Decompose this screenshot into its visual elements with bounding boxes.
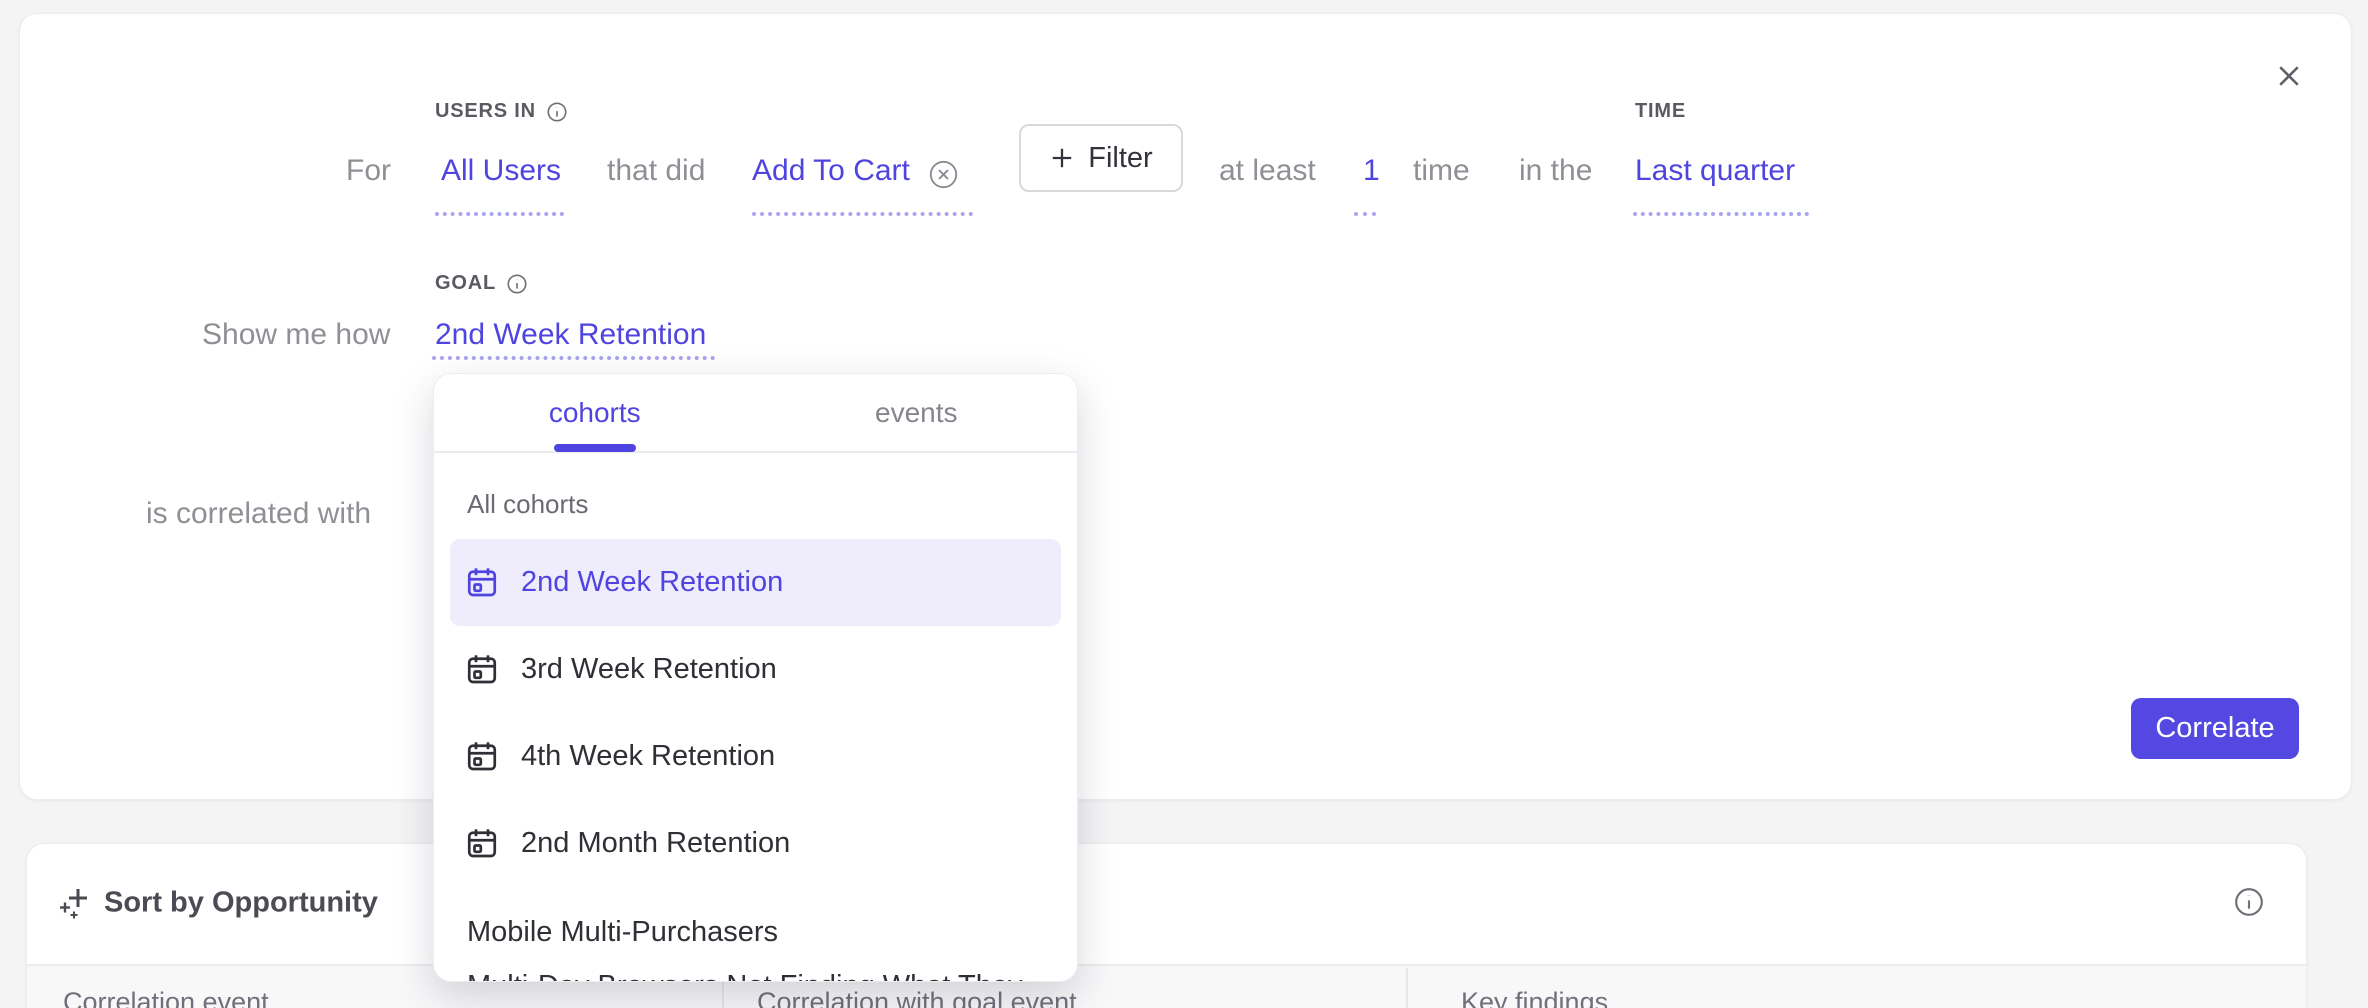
sort-bar: Sort by Opportunity — [27, 844, 2306, 964]
correlation-builder-page: USERS IN TIME For All Users that did Add… — [0, 0, 2368, 1008]
users-in-label: USERS IN — [435, 100, 568, 123]
results-table-header: Correlation event Correlation with goal … — [27, 964, 2306, 1008]
results-card: Sort by Opportunity Correlation event Co… — [26, 843, 2307, 1008]
info-icon[interactable] — [2233, 886, 2265, 918]
filter-button-label: Filter — [1088, 142, 1152, 175]
correlate-button[interactable]: Correlate — [2131, 698, 2299, 759]
add-filter-button[interactable]: Filter — [1019, 124, 1183, 192]
plus-icon — [1049, 145, 1075, 171]
list-item-label: 2nd Week Retention — [521, 566, 783, 599]
time-range-underline — [1633, 212, 1809, 216]
query-builder-card: USERS IN TIME For All Users that did Add… — [19, 13, 2352, 800]
count-underline — [1354, 212, 1376, 216]
event-selector[interactable]: Add To Cart — [752, 153, 910, 189]
time-word-text: time — [1413, 153, 1470, 189]
list-item-label: Multi-Day Browsers Not Finding What They — [467, 970, 1022, 983]
calendar-icon — [464, 739, 500, 775]
list-item-label: 2nd Month Retention — [521, 827, 790, 860]
show-me-how-text: Show me how — [202, 317, 390, 353]
time-label-text: TIME — [1635, 100, 1686, 123]
list-item-cohort[interactable]: Multi-Day Browsers Not Finding What They — [450, 963, 1061, 982]
time-range-selector[interactable]: Last quarter — [1635, 153, 1795, 189]
calendar-icon — [464, 565, 500, 601]
tab-events[interactable]: events — [756, 374, 1078, 451]
info-icon[interactable] — [506, 273, 528, 295]
event-underline — [752, 212, 973, 216]
active-tab-indicator — [554, 444, 636, 452]
that-did-text: that did — [607, 153, 705, 189]
list-item-cohort[interactable]: 2nd Month Retention — [450, 800, 1061, 887]
column-header-correlation-with-goal: Correlation with goal event — [757, 987, 1077, 1008]
is-correlated-with-text: is correlated with — [146, 496, 371, 532]
calendar-icon — [464, 652, 500, 688]
cohort-underline — [435, 212, 564, 216]
users-in-label-text: USERS IN — [435, 100, 536, 123]
goal-selector[interactable]: 2nd Week Retention — [435, 317, 706, 353]
close-icon[interactable] — [2269, 56, 2309, 96]
tab-cohorts[interactable]: cohorts — [434, 374, 756, 451]
list-item-label: Mobile Multi-Purchasers — [467, 916, 778, 949]
list-item-cohort[interactable]: 2nd Week Retention — [450, 539, 1061, 626]
list-item-label: 4th Week Retention — [521, 740, 775, 773]
circle-x-icon[interactable] — [928, 159, 959, 190]
goal-dropdown: cohorts events All cohorts 2nd Week Rete… — [433, 373, 1078, 982]
calendar-icon — [464, 826, 500, 862]
column-header-key-findings: Key findings — [1461, 987, 1608, 1008]
list-item-cohort[interactable]: Mobile Multi-Purchasers — [450, 909, 1061, 955]
goal-label-text: GOAL — [435, 272, 496, 295]
sparkle-sort-icon — [58, 887, 90, 919]
for-text: For — [346, 153, 391, 189]
in-the-text: in the — [1519, 153, 1592, 189]
goal-underline — [432, 356, 715, 360]
at-least-text: at least — [1219, 153, 1316, 189]
column-divider — [1406, 968, 1408, 1008]
sort-by-opportunity-label: Sort by Opportunity — [104, 887, 378, 920]
goal-label: GOAL — [435, 272, 528, 295]
list-item-label: 3rd Week Retention — [521, 653, 777, 686]
time-label: TIME — [1635, 100, 1686, 123]
list-item-cohort[interactable]: 4th Week Retention — [450, 713, 1061, 800]
info-icon[interactable] — [546, 101, 568, 123]
column-header-correlation-event: Correlation event — [63, 987, 269, 1008]
count-selector[interactable]: 1 — [1363, 153, 1380, 189]
sort-by-opportunity-button[interactable]: Sort by Opportunity — [58, 887, 378, 920]
dropdown-tabbar: cohorts events — [434, 374, 1077, 453]
list-item-cohort[interactable]: 3rd Week Retention — [450, 626, 1061, 713]
cohorts-section-label: All cohorts — [467, 489, 588, 520]
cohort-selector[interactable]: All Users — [441, 153, 561, 189]
